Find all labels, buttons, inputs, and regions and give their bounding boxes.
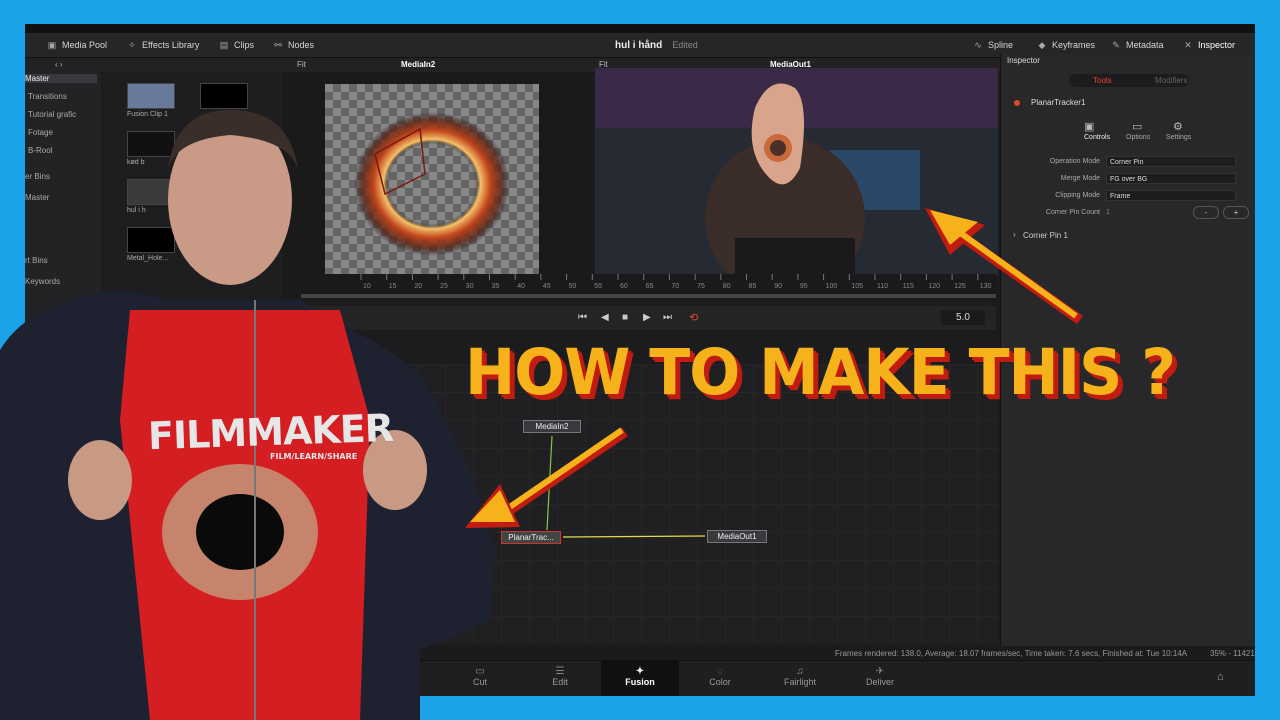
arrow-overlays (465, 208, 1083, 528)
